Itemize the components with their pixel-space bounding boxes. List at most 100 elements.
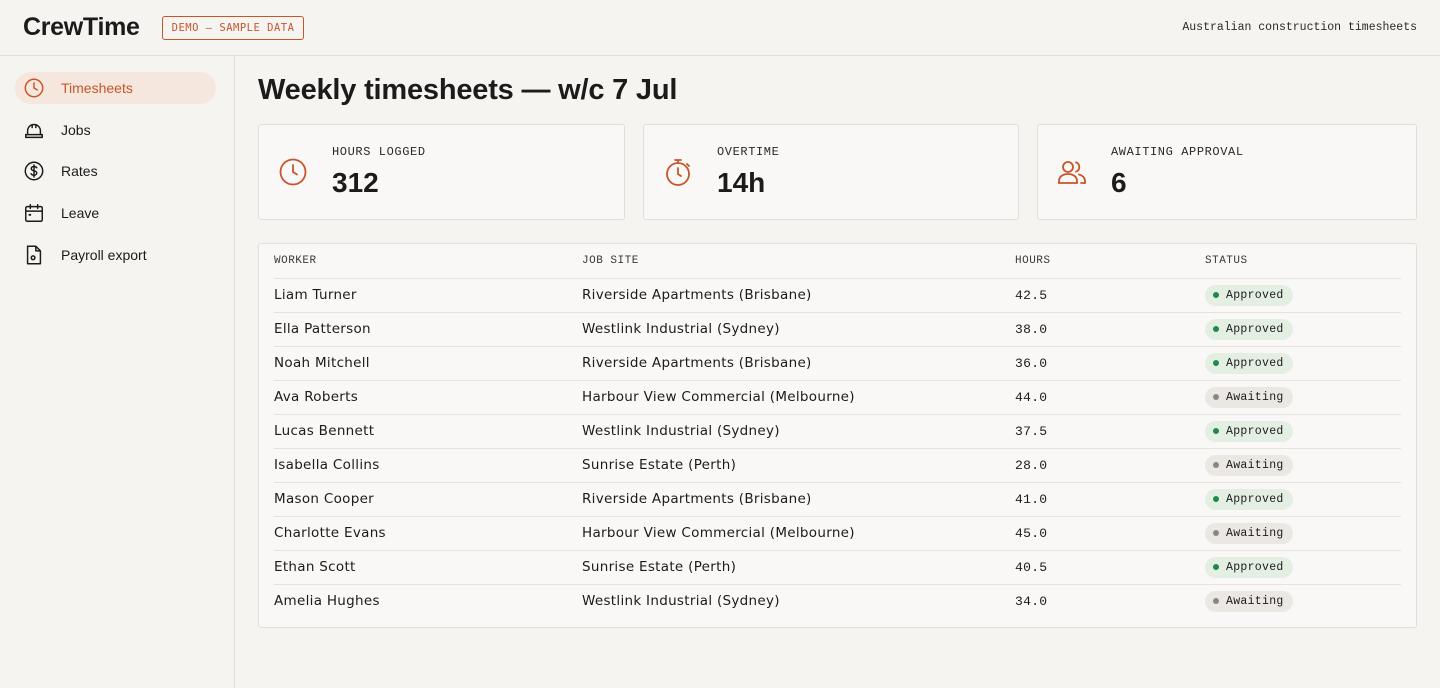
worker-name: Liam Turner [274,278,582,313]
hours-value: 37.5 [1015,414,1205,449]
table-header-row: WORKER JOB SITE HOURS STATUS [274,244,1401,279]
worker-name: Ethan Scott [274,550,582,585]
status-cell: Approved [1205,278,1401,313]
status-badge: Approved [1205,556,1293,578]
clock-icon [23,77,45,99]
sidebar: Timesheets Jobs Rates Leave Payroll expo… [0,56,235,688]
stat-value: 14h [717,167,766,198]
table-row[interactable]: Lucas Bennett Westlink Industrial (Sydney… [274,414,1401,449]
stat-card-awaiting-approval: AWAITING APPROVAL 6 [1037,124,1417,220]
status-dot [1213,326,1219,332]
table-row[interactable]: Amelia Hughes Westlink Industrial (Sydney… [274,584,1401,618]
status-badge: Approved [1205,420,1293,442]
table-row[interactable]: Noah Mitchell Riverside Apartments (Brisb… [274,346,1401,381]
status-badge: Approved [1205,318,1293,340]
sidebar-item-rates[interactable]: Rates [15,155,216,187]
status-cell: Approved [1205,346,1401,381]
hours-value: 45.0 [1015,516,1205,551]
status-badge: Approved [1205,352,1293,374]
job-site: Harbour View Commercial (Melbourne) [582,516,1015,551]
status-badge: Approved [1205,284,1293,306]
hours-value: 42.5 [1015,278,1205,313]
table-row[interactable]: Liam Turner Riverside Apartments (Brisban… [274,278,1401,313]
table-row[interactable]: Ella Patterson Westlink Industrial (Sydne… [274,312,1401,347]
sidebar-item-leave[interactable]: Leave [15,197,216,229]
stat-value: 312 [332,167,379,198]
document-icon [23,244,45,266]
status-text: Approved [1226,322,1284,336]
table-row[interactable]: Ethan Scott Sunrise Estate (Perth) 40.5 App… [274,550,1401,585]
dollar-icon [23,160,45,182]
job-site: Sunrise Estate (Perth) [582,448,1015,483]
table-body: Liam Turner Riverside Apartments (Brisban… [274,278,1401,618]
hours-value: 41.0 [1015,482,1205,517]
job-site: Westlink Industrial (Sydney) [582,593,780,610]
stat-label: AWAITING APPROVAL [1111,145,1244,159]
stopwatch-icon [663,157,693,187]
status-badge: Awaiting [1205,386,1293,408]
status-badge: Awaiting [1205,454,1293,476]
worker-name: Isabella Collins [274,448,582,483]
status-badge: Awaiting [1205,522,1293,544]
page-title: Weekly timesheets — w/c 7 Jul [258,74,678,106]
stat-value: 6 [1111,167,1127,198]
hours-value: 34.0 [1015,593,1048,609]
status-dot [1213,462,1219,468]
table-row[interactable]: Mason Cooper Riverside Apartments (Brisba… [274,482,1401,517]
top-bar: CrewTime DEMO — SAMPLE DATA Australian c… [0,0,1440,56]
stat-card-overtime: OVERTIME 14h [643,124,1019,220]
sidebar-item-timesheets[interactable]: Timesheets [15,72,216,104]
sidebar-item-label: Jobs [61,121,91,138]
job-site: Sunrise Estate (Perth) [582,550,1015,585]
table-row[interactable]: Charlotte Evans Harbour View Commercial (… [274,516,1401,551]
table-row[interactable]: Isabella Collins Sunrise Estate (Perth) 28… [274,448,1401,483]
status-text: Approved [1226,492,1284,506]
job-site: Riverside Apartments (Brisbane) [582,278,1015,313]
hours-value: 44.0 [1015,380,1205,415]
worker-name: Lucas Bennett [274,414,582,449]
status-badge: Awaiting [1205,590,1293,612]
status-cell: Approved [1205,482,1401,517]
job-site: Harbour View Commercial (Melbourne) [582,380,1015,415]
sidebar-item-label: Leave [61,205,100,222]
column-header-worker[interactable]: WORKER [274,244,582,279]
status-text: Approved [1226,356,1284,370]
timesheets-table-card: WORKER JOB SITE HOURS STATUS Liam Turner… [258,243,1417,628]
status-text: Awaiting [1226,594,1284,608]
sidebar-item-label: Timesheets [61,80,133,96]
sidebar-item-label: Rates [61,163,98,180]
hours-value: 36.0 [1015,346,1205,381]
status-dot [1213,530,1219,536]
table-row[interactable]: Ava Roberts Harbour View Commercial (Melb… [274,380,1401,415]
status-dot [1213,428,1219,434]
sidebar-item-jobs[interactable]: Jobs [15,114,216,146]
column-header-status[interactable]: STATUS [1205,244,1401,279]
worker-name: Charlotte Evans [274,516,582,551]
worker-name: Ella Patterson [274,312,582,347]
hours-value: 28.0 [1015,448,1205,483]
calendar-icon [23,202,45,224]
brand-logo[interactable]: CrewTime [23,13,140,42]
status-dot [1213,360,1219,366]
column-header-job-site[interactable]: JOB SITE [582,244,1015,279]
status-dot [1213,394,1219,400]
status-cell: Approved [1205,312,1401,347]
stat-label: OVERTIME [717,145,780,159]
stats-row: HOURS LOGGED 312 OVERTIME 14h AWAITING A… [258,124,1417,220]
status-text: Awaiting [1226,458,1284,472]
status-text: Approved [1226,424,1284,438]
column-header-hours[interactable]: HOURS [1015,244,1205,279]
hours-value: 40.5 [1015,550,1205,585]
timesheets-table: WORKER JOB SITE HOURS STATUS Liam Turner… [274,244,1401,618]
worker-name: Amelia Hughes [274,593,380,610]
status-cell: Awaiting [1205,380,1401,415]
job-site: Westlink Industrial (Sydney) [582,312,1015,347]
worker-name: Noah Mitchell [274,346,582,381]
status-text: Approved [1226,560,1284,574]
job-site: Riverside Apartments (Brisbane) [582,482,1015,517]
status-text: Awaiting [1226,526,1284,540]
status-text: Awaiting [1226,390,1284,404]
sidebar-item-payroll-export[interactable]: Payroll export [15,239,216,271]
status-cell: Awaiting [1205,448,1401,483]
sidebar-item-label: Payroll export [61,246,147,263]
